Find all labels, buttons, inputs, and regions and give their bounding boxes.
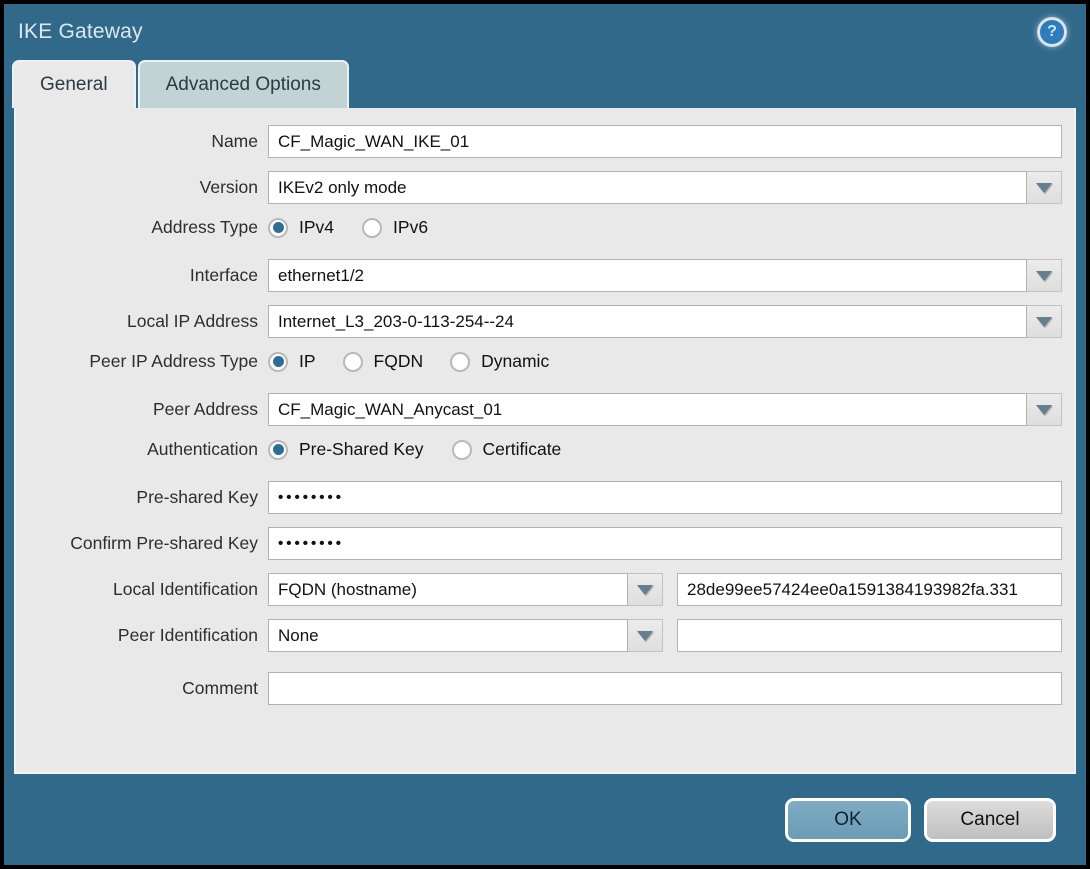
radio-dynamic-label: Dynamic [481, 351, 550, 371]
tab-advanced-options[interactable]: Advanced Options [137, 60, 349, 108]
chevron-down-icon [637, 584, 653, 595]
local-identification-type-select[interactable] [268, 573, 628, 606]
radio-button-icon [451, 439, 472, 460]
chevron-down-icon [1036, 270, 1052, 281]
peer-ip-address-type-row: Peer IP Address Type IP FQDN Dynamic [24, 351, 1062, 372]
version-row: Version [24, 171, 1062, 204]
confirm-pre-shared-key-input[interactable] [268, 527, 1062, 560]
help-icon[interactable]: ? [1040, 20, 1064, 44]
radio-ipv6-label: IPv6 [393, 217, 429, 237]
ike-gateway-dialog: IKE Gateway ? General Advanced Options N… [0, 0, 1090, 869]
version-dropdown-button[interactable] [1027, 171, 1062, 204]
comment-input[interactable] [268, 672, 1062, 705]
interface-row: Interface [24, 259, 1062, 292]
local-identification-label: Local Identification [113, 579, 258, 599]
interface-label: Interface [189, 265, 258, 285]
radio-button-icon [362, 217, 383, 238]
peer-address-select-input[interactable] [268, 393, 1027, 426]
local-ip-address-select-input[interactable] [268, 305, 1027, 338]
radio-button-icon [450, 351, 471, 372]
comment-row: Comment [24, 672, 1062, 705]
name-label: Name [211, 131, 258, 151]
chevron-down-icon [1036, 404, 1052, 415]
radio-ipv4-label: IPv4 [299, 217, 335, 237]
version-label: Version [199, 177, 258, 197]
pre-shared-key-row: Pre-shared Key [24, 481, 1062, 514]
peer-identification-value-input[interactable] [677, 619, 1062, 652]
interface-select-input[interactable] [268, 259, 1027, 292]
peer-address-label: Peer Address [152, 399, 258, 419]
tab-bar: General Advanced Options [4, 60, 1086, 108]
radio-ip[interactable]: IP [268, 351, 316, 372]
local-ip-address-dropdown-button[interactable] [1027, 305, 1062, 338]
authentication-row: Authentication Pre-Shared Key Certificat… [24, 439, 1062, 460]
peer-ip-address-type-label: Peer IP Address Type [89, 351, 258, 371]
radio-button-icon [342, 351, 363, 372]
peer-identification-dropdown-button[interactable] [628, 619, 663, 652]
peer-address-dropdown-button[interactable] [1027, 393, 1062, 426]
pre-shared-key-input[interactable] [268, 481, 1062, 514]
local-ip-address-label: Local IP Address [126, 311, 258, 331]
address-type-row: Address Type IPv4 IPv6 [24, 217, 1062, 238]
dialog-footer: OK Cancel [4, 774, 1086, 865]
peer-identification-type-select[interactable] [268, 619, 628, 652]
chevron-down-icon [1036, 182, 1052, 193]
ok-button[interactable]: OK [785, 797, 911, 842]
peer-identification-row: Peer Identification [24, 619, 1062, 652]
radio-certificate[interactable]: Certificate [451, 439, 562, 460]
local-ip-address-row: Local IP Address [24, 305, 1062, 338]
dialog-title: IKE Gateway [18, 20, 143, 43]
tab-general[interactable]: General [12, 60, 136, 108]
radio-ipv6[interactable]: IPv6 [362, 217, 428, 238]
radio-pre-shared-key-label: Pre-Shared Key [299, 439, 424, 459]
radio-fqdn-label: FQDN [373, 351, 424, 371]
local-identification-row: Local Identification [24, 573, 1062, 606]
local-identification-dropdown-button[interactable] [628, 573, 663, 606]
name-input[interactable] [268, 125, 1062, 158]
comment-label: Comment [182, 678, 258, 698]
authentication-label: Authentication [147, 439, 258, 459]
radio-button-icon [268, 351, 288, 372]
address-type-label: Address Type [151, 217, 258, 237]
radio-fqdn[interactable]: FQDN [342, 351, 424, 372]
confirm-pre-shared-key-row: Confirm Pre-shared Key [24, 527, 1062, 560]
radio-button-icon [268, 217, 288, 238]
local-identification-value-input[interactable] [677, 573, 1062, 606]
pre-shared-key-label: Pre-shared Key [136, 487, 258, 507]
radio-certificate-label: Certificate [482, 439, 562, 459]
radio-ipv4[interactable]: IPv4 [268, 217, 334, 238]
cancel-button[interactable]: Cancel [924, 797, 1056, 842]
peer-identification-label: Peer Identification [117, 625, 258, 645]
interface-dropdown-button[interactable] [1027, 259, 1062, 292]
general-tab-panel: Name Version Address Type [14, 108, 1076, 774]
radio-button-icon [268, 439, 288, 460]
chevron-down-icon [637, 630, 653, 641]
name-row: Name [24, 125, 1062, 158]
dialog-titlebar: IKE Gateway ? [4, 4, 1086, 60]
radio-pre-shared-key[interactable]: Pre-Shared Key [268, 439, 424, 460]
radio-ip-label: IP [299, 351, 316, 371]
version-select-input[interactable] [268, 171, 1027, 204]
radio-dynamic[interactable]: Dynamic [450, 351, 549, 372]
confirm-pre-shared-key-label: Confirm Pre-shared Key [70, 533, 258, 553]
peer-address-row: Peer Address [24, 393, 1062, 426]
chevron-down-icon [1036, 316, 1052, 327]
